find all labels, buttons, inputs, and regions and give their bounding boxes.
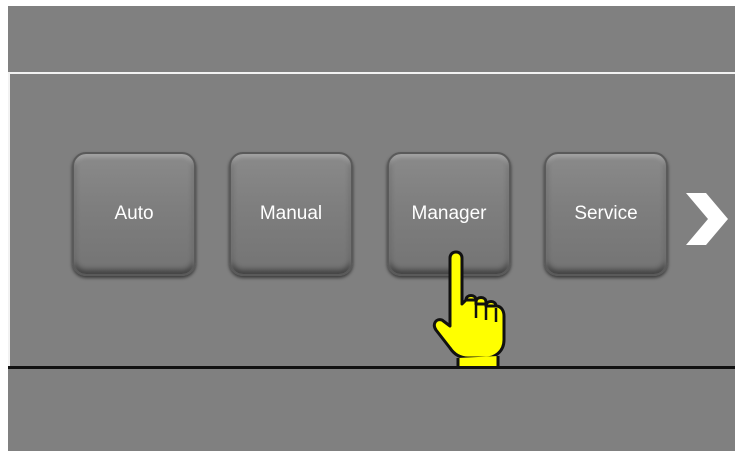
manager-mode-label: Manager (411, 203, 487, 224)
footer-bar (8, 369, 735, 451)
auto-mode-button[interactable]: Auto (72, 152, 196, 276)
manual-mode-button[interactable]: Manual (229, 152, 353, 276)
header-bar (8, 6, 735, 72)
auto-mode-label: Auto (114, 203, 154, 224)
service-mode-button[interactable]: Service (544, 152, 668, 276)
manual-mode-label: Manual (259, 203, 323, 224)
hmi-screen: Auto Manual Manager Service (8, 6, 735, 451)
hand-pointer-icon (432, 250, 506, 370)
service-mode-label: Service (574, 203, 638, 224)
chevron-right-icon[interactable] (684, 191, 730, 247)
